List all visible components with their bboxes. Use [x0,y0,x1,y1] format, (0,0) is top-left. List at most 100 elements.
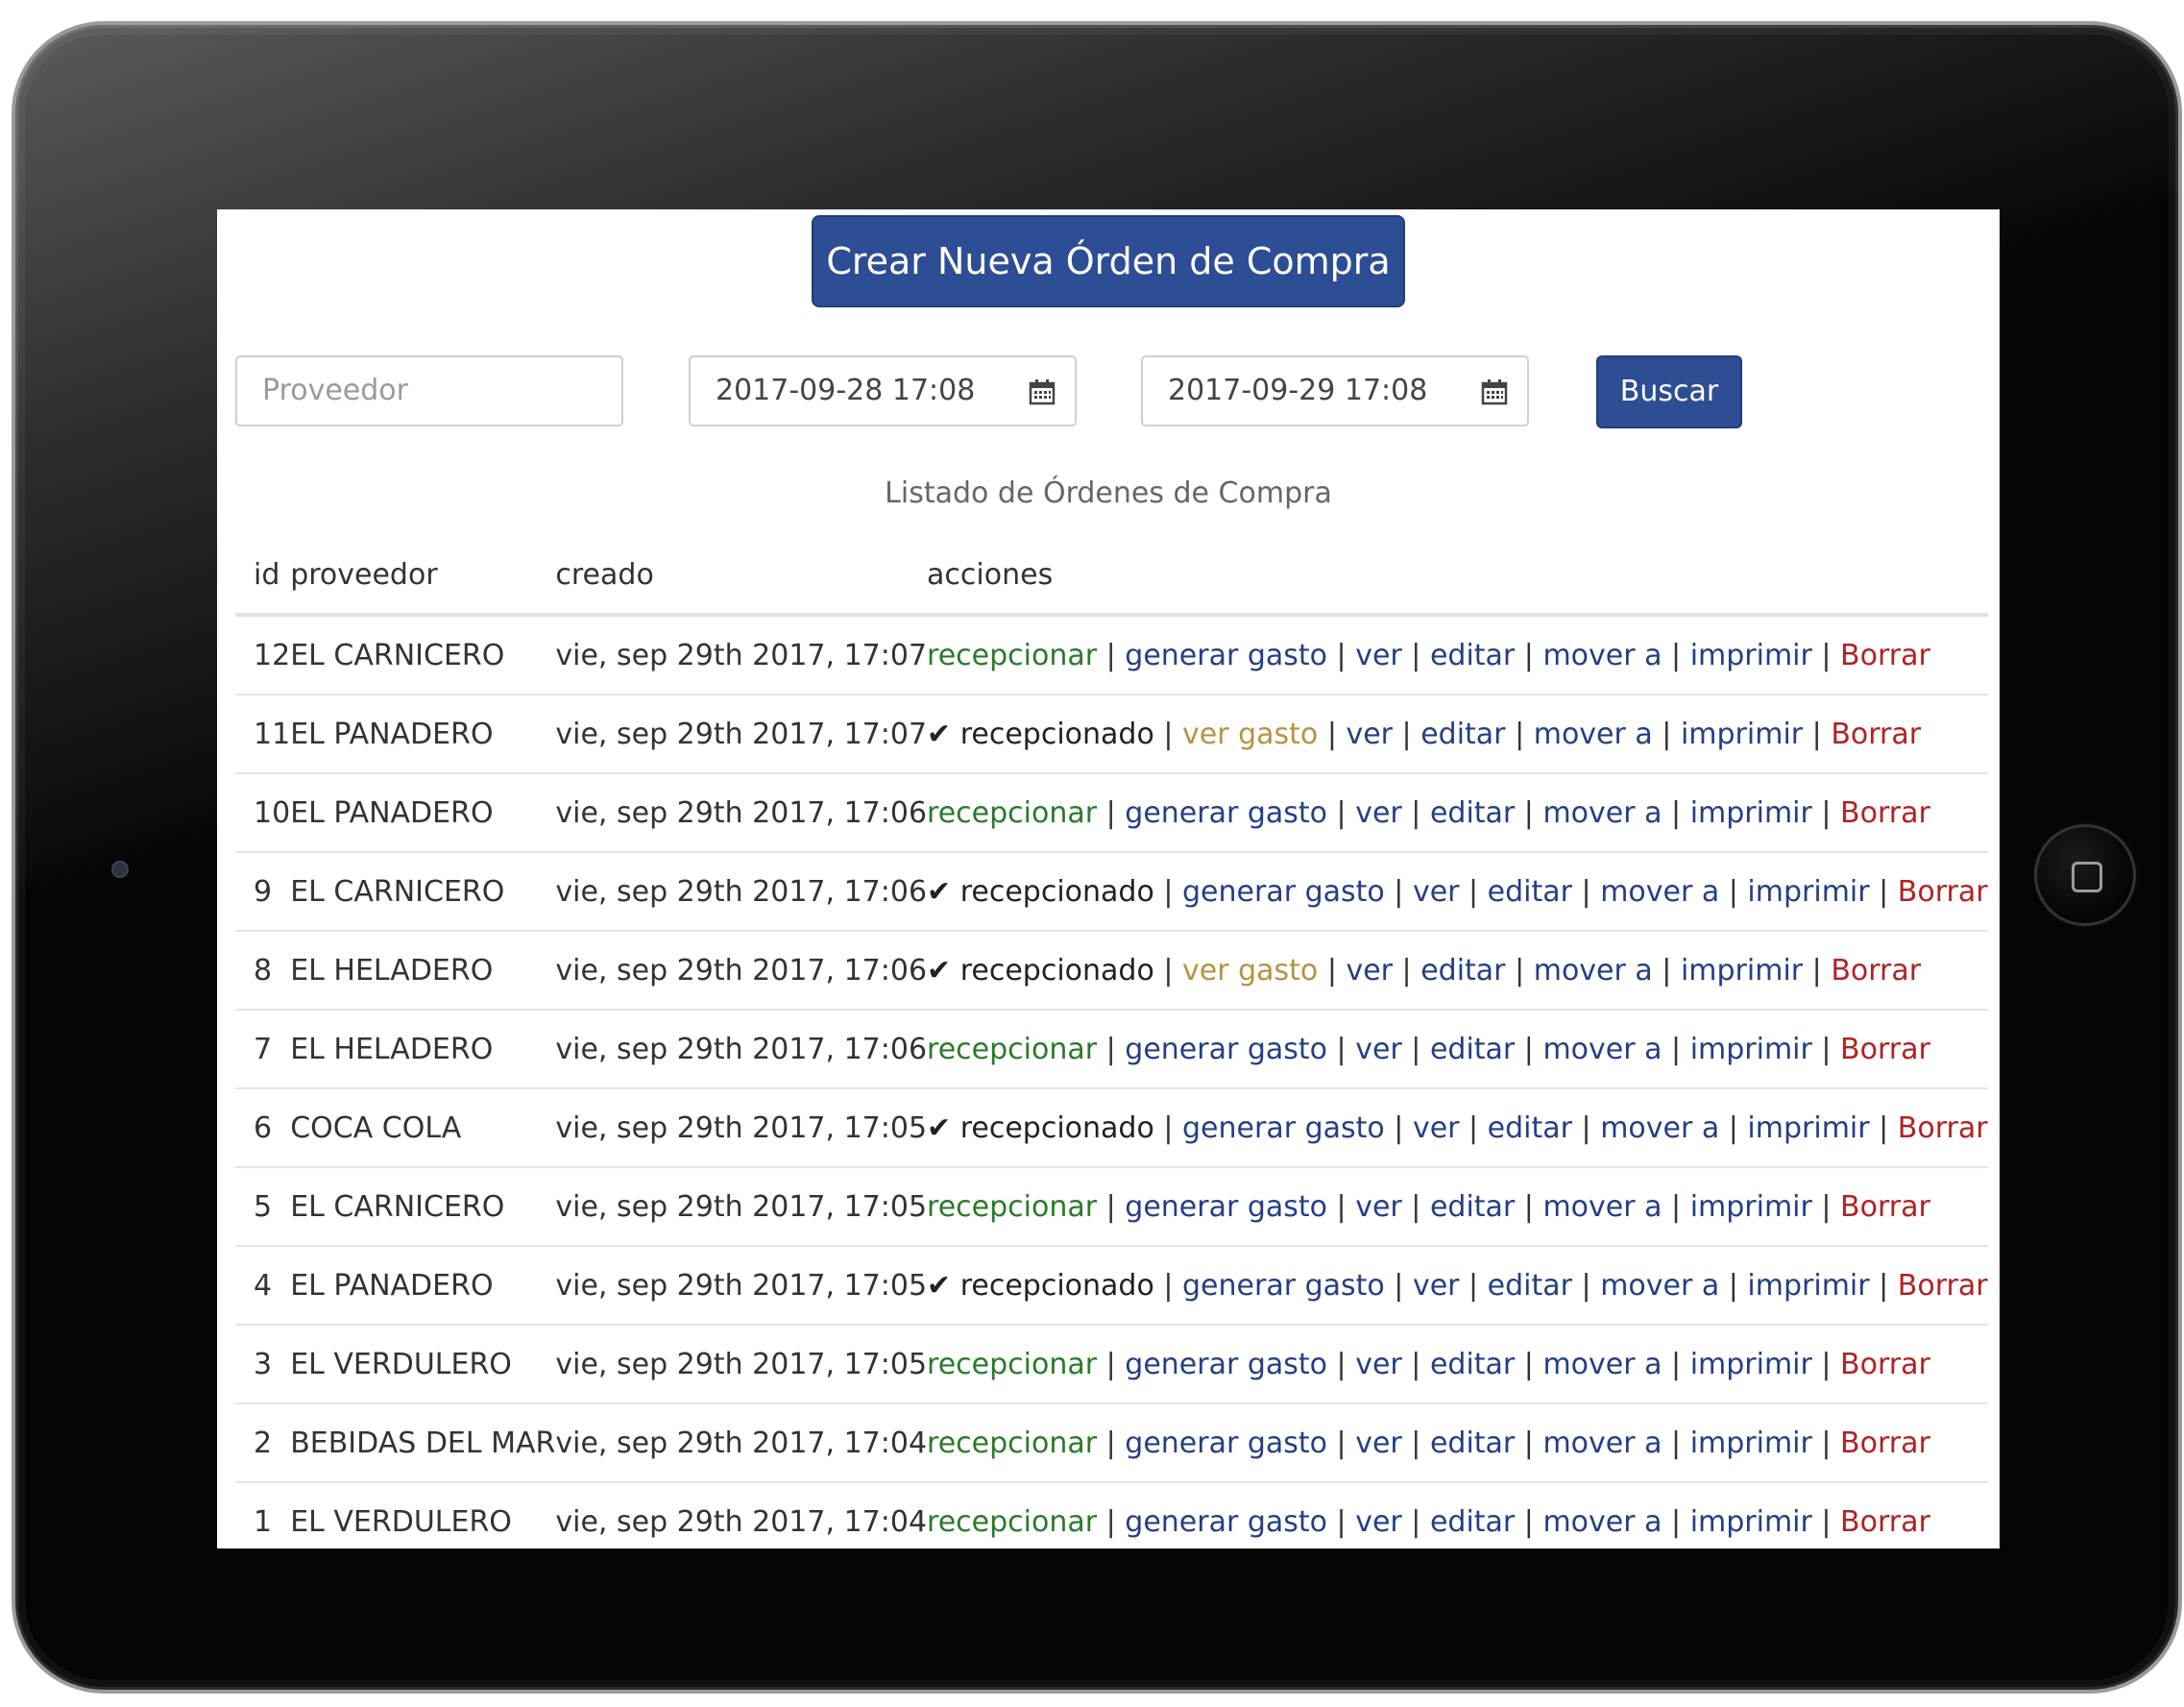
move-to-link[interactable]: mover a [1542,639,1662,672]
move-to-link[interactable]: mover a [1600,875,1719,909]
edit-link[interactable]: editar [1420,954,1505,988]
receive-link[interactable]: recepcionar [927,1190,1097,1224]
table-row: 7 EL HELADERO vie, sep 29th 2017, 17:06 rec… [235,1010,1988,1089]
move-to-link[interactable]: mover a [1542,1505,1662,1539]
edit-link[interactable]: editar [1488,1111,1572,1145]
edit-link[interactable]: editar [1430,796,1515,830]
delete-link[interactable]: Borrar [1898,875,1988,909]
view-link[interactable]: ver [1355,796,1402,830]
order-actions: ✔ recepcionado | ver gasto | ver | edita… [927,695,1988,774]
print-link[interactable]: imprimir [1690,1427,1812,1460]
move-to-link[interactable]: mover a [1534,718,1653,751]
print-link[interactable]: imprimir [1690,1348,1812,1381]
create-order-button[interactable]: Crear Nueva Órden de Compra [812,215,1405,307]
view-link[interactable]: ver [1346,954,1393,988]
print-link[interactable]: imprimir [1747,1269,1869,1303]
delete-link[interactable]: Borrar [1840,796,1930,830]
edit-link[interactable]: editar [1430,1427,1515,1460]
delete-link[interactable]: Borrar [1840,1427,1930,1460]
generate-expense-link[interactable]: generar gasto [1125,796,1327,830]
print-link[interactable]: imprimir [1690,1190,1812,1224]
generate-expense-link[interactable]: generar gasto [1125,1190,1327,1224]
move-to-link[interactable]: mover a [1542,1427,1662,1460]
view-link[interactable]: ver [1355,1033,1402,1066]
delete-link[interactable]: Borrar [1840,639,1930,672]
action-separator: | [1459,874,1488,909]
action-separator: | [1652,953,1681,988]
print-link[interactable]: imprimir [1690,796,1812,830]
delete-link[interactable]: Borrar [1898,1111,1988,1145]
delete-link[interactable]: Borrar [1840,1033,1930,1066]
edit-link[interactable]: editar [1488,1269,1572,1303]
move-to-link[interactable]: mover a [1542,1348,1662,1381]
view-link[interactable]: ver [1413,1269,1460,1303]
receive-link[interactable]: recepcionar [927,796,1097,830]
calendar-icon[interactable] [1029,378,1056,405]
action-separator: | [1572,874,1601,909]
generate-expense-link[interactable]: generar gasto [1182,1111,1385,1145]
receive-link[interactable]: recepcionar [927,1348,1097,1381]
table-row: 8 EL HELADERO vie, sep 29th 2017, 17:06 ✔ r… [235,931,1988,1011]
home-button[interactable] [2034,824,2136,926]
generate-expense-link[interactable]: generar gasto [1125,1505,1327,1539]
delete-link[interactable]: Borrar [1898,1269,1988,1303]
delete-link[interactable]: Borrar [1840,1505,1930,1539]
print-link[interactable]: imprimir [1681,954,1803,988]
receive-link[interactable]: recepcionar [927,1505,1097,1539]
action-separator: | [1384,874,1413,909]
print-link[interactable]: imprimir [1681,718,1803,751]
edit-link[interactable]: editar [1430,1505,1515,1539]
order-id: 11 [235,695,291,774]
edit-link[interactable]: editar [1430,1348,1515,1381]
generate-expense-link[interactable]: generar gasto [1125,1427,1327,1460]
move-to-link[interactable]: mover a [1542,796,1662,830]
view-link[interactable]: ver [1355,1427,1402,1460]
edit-link[interactable]: editar [1488,875,1572,909]
view-expense-link[interactable]: ver gasto [1182,954,1318,988]
edit-link[interactable]: editar [1430,1033,1515,1066]
view-link[interactable]: ver [1355,1348,1402,1381]
action-separator: | [1153,717,1183,751]
delete-link[interactable]: Borrar [1840,1348,1930,1381]
order-created: vie, sep 29th 2017, 17:05 [555,1167,928,1247]
receive-link[interactable]: recepcionar [927,1427,1097,1460]
delete-link[interactable]: Borrar [1831,718,1921,751]
generate-expense-link[interactable]: generar gasto [1125,639,1327,672]
print-link[interactable]: imprimir [1690,1033,1812,1066]
view-link[interactable]: ver [1355,1505,1402,1539]
date-from-input[interactable]: 2017-09-28 17:08 [689,355,1077,427]
print-link[interactable]: imprimir [1690,639,1812,672]
view-link[interactable]: ver [1413,875,1460,909]
move-to-link[interactable]: mover a [1534,954,1653,988]
delete-link[interactable]: Borrar [1840,1190,1930,1224]
move-to-link[interactable]: mover a [1542,1033,1662,1066]
move-to-link[interactable]: mover a [1600,1269,1719,1303]
date-to-input[interactable]: 2017-09-29 17:08 [1141,355,1529,427]
print-link[interactable]: imprimir [1747,1111,1869,1145]
search-button[interactable]: Buscar [1596,355,1742,428]
move-to-link[interactable]: mover a [1600,1111,1719,1145]
receive-link[interactable]: recepcionar [927,639,1097,672]
action-separator: | [1505,717,1534,751]
view-expense-link[interactable]: ver gasto [1182,718,1318,751]
print-link[interactable]: imprimir [1690,1505,1812,1539]
move-to-link[interactable]: mover a [1542,1190,1662,1224]
view-link[interactable]: ver [1355,1190,1402,1224]
calendar-icon[interactable] [1481,378,1508,405]
edit-link[interactable]: editar [1430,1190,1515,1224]
delete-link[interactable]: Borrar [1831,954,1921,988]
receive-link[interactable]: recepcionar [927,1033,1097,1066]
edit-link[interactable]: editar [1430,639,1515,672]
view-link[interactable]: ver [1413,1111,1460,1145]
generate-expense-link[interactable]: generar gasto [1125,1033,1327,1066]
generate-expense-link[interactable]: generar gasto [1182,875,1385,909]
view-link[interactable]: ver [1346,718,1393,751]
column-header-id: id [235,536,291,617]
generate-expense-link[interactable]: generar gasto [1182,1269,1385,1303]
generate-expense-link[interactable]: generar gasto [1125,1348,1327,1381]
edit-link[interactable]: editar [1420,718,1505,751]
action-separator: | [1811,1504,1841,1539]
view-link[interactable]: ver [1355,639,1402,672]
print-link[interactable]: imprimir [1747,875,1869,909]
provider-input[interactable]: Proveedor [235,355,623,427]
